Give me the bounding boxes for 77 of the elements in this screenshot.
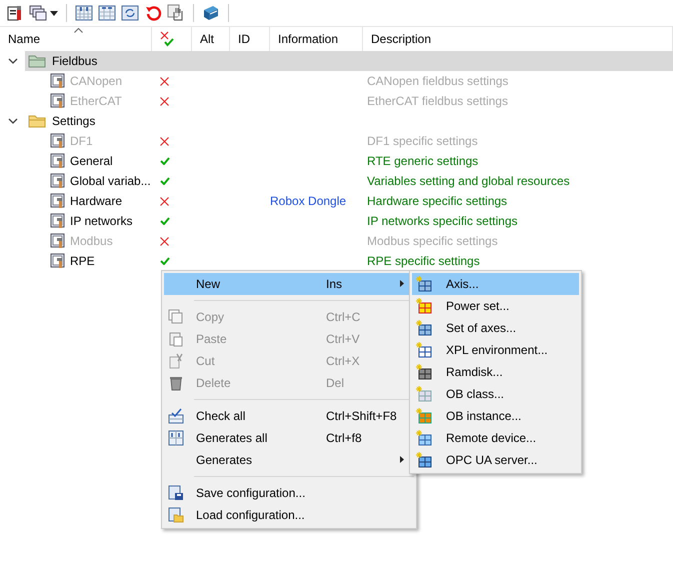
copy-icon [168, 309, 184, 325]
settings-icon [50, 73, 66, 89]
grid-icon[interactable] [98, 4, 116, 22]
scissors-icon [168, 353, 184, 369]
menu-item[interactable]: XPL environment... [412, 339, 579, 361]
new-object-icon [416, 364, 432, 380]
menu-item[interactable]: Set of axes... [412, 317, 579, 339]
refresh-icon[interactable] [121, 4, 139, 22]
settings-icon [50, 213, 66, 229]
folder-icon [28, 114, 46, 128]
settings-icon [50, 133, 66, 149]
clipboard-icon [168, 331, 184, 347]
menu-item[interactable]: OB class... [412, 383, 579, 405]
settings-icon [50, 193, 66, 209]
shortcut-text: Ctrl+V [326, 332, 360, 346]
new-object-icon [416, 430, 432, 446]
group-label: Fieldbus [52, 54, 98, 68]
expander-icon[interactable] [8, 116, 18, 126]
description-text: Modbus specific settings [366, 234, 498, 248]
item-name[interactable]: IP networks [70, 214, 132, 228]
settings-icon [50, 253, 66, 269]
grid-icon[interactable] [75, 4, 93, 22]
menu-item[interactable]: Generates all Ctrl+f8 [164, 427, 414, 449]
shortcut-text: Ctrl+X [326, 354, 360, 368]
item-name[interactable]: RPE [70, 254, 95, 268]
shortcut-text: Ctrl+C [326, 310, 360, 324]
configuration-icon[interactable] [6, 4, 24, 22]
new-object-icon [416, 408, 432, 424]
description-text: IP networks specific settings [366, 214, 518, 228]
check-grid-icon [168, 408, 184, 424]
shortcut-text: Ctrl+Shift+F8 [326, 409, 397, 423]
description-text: CANopen fieldbus settings [366, 74, 508, 88]
description-text: Hardware specific settings [366, 194, 508, 208]
shortcut-text: Del [326, 376, 344, 390]
caret-icon[interactable] [50, 10, 58, 16]
description-text: DF1 specific settings [366, 134, 478, 148]
grid-icon [168, 430, 184, 446]
tree-row[interactable]: Settings [0, 111, 673, 131]
new-object-icon [416, 320, 432, 336]
menu-item[interactable]: Remote device... [412, 427, 579, 449]
description-text: Variables setting and global resources [366, 174, 570, 188]
settings-icon [50, 233, 66, 249]
description-text: EtherCAT fieldbus settings [366, 94, 508, 108]
settings-icon [50, 173, 66, 189]
expander-icon[interactable] [8, 56, 18, 66]
status-icon [160, 31, 174, 47]
shortcut-text: Ins [326, 277, 342, 291]
new-object-icon [416, 342, 432, 358]
settings-icon [50, 93, 66, 109]
new-object-icon [416, 298, 432, 314]
menu-item[interactable]: Check all Ctrl+Shift+F8 [164, 405, 414, 427]
menu-item[interactable]: Save configuration... [164, 482, 414, 504]
shortcut-text: Ctrl+f8 [326, 431, 362, 445]
save-icon [168, 485, 184, 501]
information-text: Robox Dongle [270, 194, 346, 208]
new-object-icon [416, 276, 432, 292]
item-name[interactable]: General [70, 154, 113, 168]
item-name[interactable]: Hardware [70, 194, 122, 208]
menu-item[interactable]: OB instance... [412, 405, 579, 427]
new-object-icon [416, 452, 432, 468]
folder-icon [28, 54, 46, 68]
settings-icon [50, 153, 66, 169]
description-text: RTE generic settings [366, 154, 478, 168]
trash-icon [168, 375, 184, 391]
windows-icon[interactable] [29, 4, 47, 22]
menu-item[interactable]: OPC UA server... [412, 449, 579, 471]
menu-item[interactable]: Generates [164, 449, 414, 471]
item-name[interactable]: Global variab... [70, 174, 151, 188]
description-text: RPE specific settings [366, 254, 480, 268]
menu-item[interactable]: Power set... [412, 295, 579, 317]
new-object-icon [416, 386, 432, 402]
menu-item[interactable]: Ramdisk... [412, 361, 579, 383]
folder-icon [168, 507, 184, 523]
group-label: Settings [52, 114, 96, 128]
undo-icon[interactable] [144, 4, 162, 22]
menu-item[interactable]: Axis... [412, 273, 579, 295]
menu-item[interactable]: Load configuration... [164, 504, 414, 526]
